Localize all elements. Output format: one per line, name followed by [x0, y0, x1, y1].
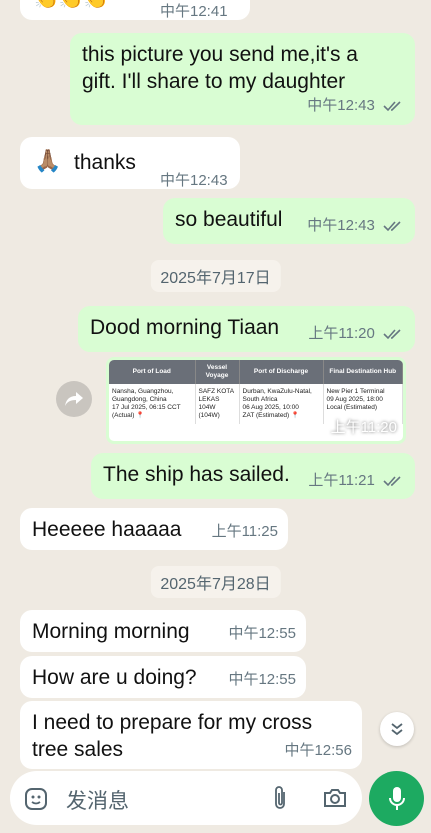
- sticker-button[interactable]: [22, 785, 50, 813]
- message-time: 中午12:43: [307, 92, 403, 119]
- table-header: Port of Discharge: [239, 360, 324, 384]
- discharge-date: 06 Aug 2025, 10:00: [242, 404, 299, 411]
- message-incoming[interactable]: How are u doing? 中午12:55: [20, 656, 306, 698]
- sticker-icon: [25, 788, 47, 810]
- camera-icon: [324, 789, 346, 807]
- final-hub: New Pier 1 Terminal: [326, 388, 385, 395]
- double-check-icon: [383, 329, 401, 340]
- chat-area[interactable]: 👏👏👏 中午12:41 this picture you send me,it'…: [0, 0, 431, 770]
- message-input-bar[interactable]: 发消息: [10, 771, 362, 825]
- message-text: thanks: [74, 151, 136, 174]
- message-text: The ship has sailed.: [103, 463, 290, 486]
- load-port: Nansha, Guangzhou, Guangdong, China: [112, 388, 174, 403]
- message-text: Dood morning Tiaan: [90, 316, 280, 339]
- message-incoming[interactable]: Heeeee haaaaa 上午11:25: [20, 508, 288, 550]
- table-header: Port of Load: [109, 360, 196, 384]
- shipping-screenshot-image[interactable]: Port of Load Vessel Voyage Port of Disch…: [106, 357, 406, 444]
- emoji-pray: 🙏🏽: [34, 148, 62, 173]
- final-status: Local (Estimated): [326, 404, 378, 411]
- attach-button[interactable]: [266, 784, 294, 812]
- message-time: 中午12:55: [228, 625, 296, 642]
- scroll-down-button[interactable]: [380, 712, 414, 746]
- message-incoming[interactable]: I need to prepare for my cross tree sale…: [20, 701, 362, 769]
- message-time: 中午12:43: [160, 172, 228, 189]
- date-separator: 2025年7月17日: [150, 260, 281, 292]
- double-check-icon: [383, 476, 401, 487]
- message-time: 中午12:43: [307, 212, 403, 239]
- chevron-down-icon: [391, 723, 403, 736]
- message-time: 上午11:20: [308, 320, 403, 347]
- message-outgoing[interactable]: The ship has sailed. 上午11:21: [91, 453, 415, 499]
- attach-icon: [275, 786, 285, 809]
- forward-icon: [65, 392, 83, 406]
- voyage-alt: (104W): [198, 412, 220, 419]
- mic-button[interactable]: [369, 771, 424, 826]
- pin-icon: 📍: [291, 412, 300, 419]
- message-text: Heeeee haaaaa: [32, 518, 182, 541]
- double-check-icon: [383, 101, 401, 112]
- load-date: 17 Jul 2025, 06:15 CCT: [112, 404, 181, 411]
- table-header: Vessel Voyage: [195, 360, 240, 384]
- message-text: Morning morning: [32, 620, 190, 643]
- date-separator: 2025年7月28日: [150, 566, 281, 598]
- image-time: 上午11:20: [330, 419, 397, 436]
- vessel-name: SAFZ KOTA LEKAS: [198, 388, 234, 403]
- message-text: How are u doing?: [32, 666, 197, 689]
- message-text: this picture you send me,it's a gift. I'…: [82, 43, 358, 93]
- message-time: 上午11:21: [308, 467, 403, 494]
- voyage: 104W: [198, 404, 216, 411]
- table-header: Final Destination Hub: [323, 360, 403, 384]
- message-input[interactable]: 发消息: [66, 785, 129, 815]
- discharge-port: Durban, KwaZulu-Natal, South Africa: [242, 388, 312, 403]
- pin-icon: 📍: [136, 412, 145, 419]
- double-check-icon: [383, 221, 401, 232]
- message-incoming[interactable]: 🙏🏽 thanks 中午12:43: [20, 137, 240, 189]
- shipping-table: Port of Load Vessel Voyage Port of Disch…: [109, 360, 403, 424]
- camera-button[interactable]: [320, 784, 350, 812]
- emoji-hands: 👏👏👏: [34, 0, 109, 13]
- message-outgoing[interactable]: this picture you send me,it's a gift. I'…: [70, 33, 415, 125]
- message-outgoing[interactable]: Dood morning Tiaan 上午11:20: [78, 306, 415, 352]
- message-text: so beautiful: [175, 208, 283, 231]
- message-outgoing[interactable]: so beautiful 中午12:43: [163, 198, 415, 244]
- load-status: (Actual): [112, 412, 135, 419]
- final-date: 09 Aug 2025, 18:00: [326, 396, 383, 403]
- forward-button[interactable]: [56, 381, 92, 417]
- message-time: 中午12:41: [160, 3, 228, 20]
- message-time: 中午12:56: [284, 742, 352, 759]
- message-partial[interactable]: 👏👏👏 中午12:41: [20, 0, 250, 20]
- message-time: 上午11:25: [211, 523, 278, 540]
- mic-icon: [388, 786, 405, 810]
- message-time: 中午12:55: [228, 671, 296, 688]
- discharge-status: ZAT (Estimated): [242, 412, 290, 419]
- message-incoming[interactable]: Morning morning 中午12:55: [20, 610, 306, 652]
